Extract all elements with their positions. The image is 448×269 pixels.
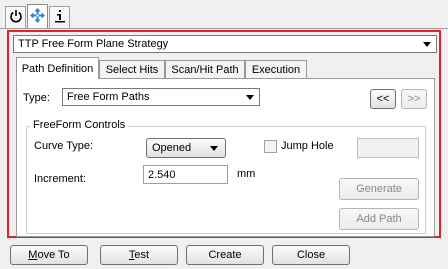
tab-info[interactable] xyxy=(49,6,70,28)
curve-type-selected: Opened xyxy=(152,142,192,154)
jump-hole-label: Jump Hole xyxy=(281,140,334,152)
tab-label: Select Hits xyxy=(105,63,159,76)
curve-type-dropdown[interactable]: Opened xyxy=(146,138,226,158)
tab-label: Scan/Hit Path xyxy=(171,63,239,76)
tab-path-definition[interactable]: Path Definition xyxy=(16,57,99,79)
power-icon xyxy=(9,9,23,26)
curve-type-label: Curve Type: xyxy=(34,140,94,152)
tab-execution[interactable]: Execution xyxy=(245,60,307,78)
tab-scan-hit-path[interactable]: Scan/Hit Path xyxy=(165,60,245,78)
tab-power[interactable] xyxy=(5,6,26,28)
generate-button[interactable]: Generate xyxy=(339,178,419,200)
tab-move[interactable] xyxy=(27,4,48,29)
strategy-dropdown[interactable]: TTP Free Form Plane Strategy xyxy=(13,35,437,53)
tab-label: Execution xyxy=(251,63,301,76)
move-to-button[interactable]: Move To xyxy=(10,245,88,265)
create-label: Create xyxy=(208,249,242,261)
type-selected: Free Form Paths xyxy=(67,91,150,103)
chevron-down-icon xyxy=(246,95,254,100)
info-icon xyxy=(54,9,66,26)
prev-button[interactable]: << xyxy=(370,89,396,109)
type-label: Type: xyxy=(23,92,50,104)
group-title: FreeForm Controls xyxy=(30,119,129,131)
close-button[interactable]: Close xyxy=(272,245,350,265)
type-dropdown[interactable]: Free Form Paths xyxy=(62,88,260,106)
close-label: Close xyxy=(296,249,326,261)
tab-label: Path Definition xyxy=(21,62,94,75)
tabstrip-divider xyxy=(0,28,448,29)
test-rest: est xyxy=(134,249,150,261)
next-button-label: >> xyxy=(407,93,421,105)
move-to-rest: ove To xyxy=(37,249,70,261)
add-path-label: Add Path xyxy=(356,213,402,225)
move-arrows-icon xyxy=(30,8,45,26)
create-button[interactable]: Create xyxy=(186,245,264,265)
strategy-selected: TTP Free Form Plane Strategy xyxy=(18,38,169,50)
jump-hole-field[interactable] xyxy=(357,138,419,158)
jump-hole-checkbox[interactable] xyxy=(264,140,277,153)
increment-unit: mm xyxy=(237,168,256,180)
test-button[interactable]: Test xyxy=(100,245,178,265)
prev-button-label: << xyxy=(376,93,390,105)
generate-label: Generate xyxy=(356,183,402,195)
increment-label: Increment: xyxy=(34,173,86,185)
chevron-down-icon xyxy=(210,146,218,151)
increment-field[interactable]: 2.540 xyxy=(143,165,228,184)
tab-select-hits[interactable]: Select Hits xyxy=(99,60,165,78)
move-to-label: Move To xyxy=(28,249,69,261)
test-label: Test xyxy=(129,249,149,261)
add-path-button[interactable]: Add Path xyxy=(339,208,419,230)
next-button[interactable]: >> xyxy=(401,89,427,109)
chevron-down-icon xyxy=(423,42,431,47)
increment-value: 2.540 xyxy=(148,168,176,181)
